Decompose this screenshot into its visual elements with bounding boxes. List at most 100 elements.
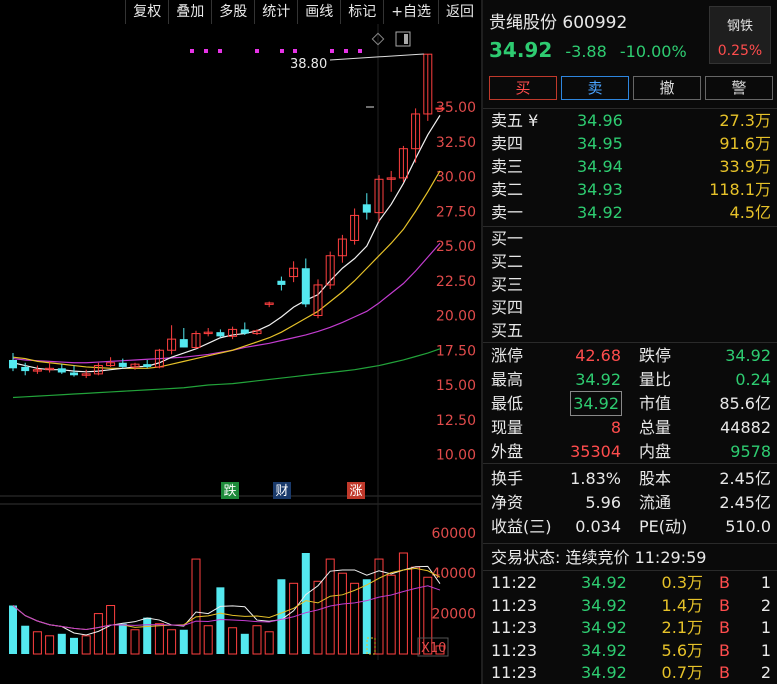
toolbar-button-1[interactable]: 叠加 [168, 0, 211, 24]
toolbar-button-4[interactable]: 画线 [297, 0, 340, 24]
ask-row[interactable]: 卖三 34.94 33.9万 [483, 155, 777, 178]
candle-body [118, 362, 127, 367]
divider [483, 463, 777, 464]
ask-row[interactable]: 卖五 ¥ 34.96 27.3万 [483, 109, 777, 132]
quote-panel: 贵绳股份 600992 钢铁 0.25% 34.92 -3.88 -10.00%… [483, 0, 777, 684]
bid-row[interactable]: 买二 [483, 250, 777, 273]
fin-value: 2.45亿 [719, 493, 771, 512]
trade-price: 34.92 [581, 663, 627, 682]
ask-price: 34.94 [577, 157, 623, 176]
trading-status: 交易状态: 连续竞价 11:29:59 [491, 548, 707, 567]
stats-row: 最高 34.92 量比 0.24 [483, 368, 777, 391]
volume-bar [386, 574, 396, 655]
toolbar-button-3[interactable]: 统计 [254, 0, 297, 24]
volume-bar [118, 623, 127, 654]
event-dot [255, 49, 259, 53]
stat-value: 35304 [570, 442, 621, 461]
event-dot [293, 49, 297, 53]
event-dot [190, 49, 194, 53]
chart-toolbar: 复权 叠加 多股 统计 画线 标记 +自选 返回 [0, 0, 481, 24]
volume-tick-label: 20000 [431, 607, 476, 623]
ask-row[interactable]: 卖一 34.92 4.5亿 [483, 201, 777, 224]
bid-row[interactable]: 买五 [483, 319, 777, 342]
stat-value: 34.92 [575, 370, 621, 389]
stat-value: 44882 [720, 418, 771, 437]
ask-label: 卖二 [491, 180, 524, 199]
trade-volume: 2.1万 [661, 618, 703, 637]
trade-time: 11:22 [491, 573, 538, 592]
high-annotation-label: 38.80 [290, 57, 327, 72]
trade-time: 11:23 [491, 663, 538, 682]
fin-label: 换手 [491, 469, 524, 488]
bid-label: 买三 [491, 275, 524, 294]
sell-button[interactable]: 卖 [561, 76, 629, 100]
price-tick-label: 10.00 [436, 448, 476, 464]
stat-value: 8 [610, 418, 621, 437]
stat-value: 0.24 [735, 370, 771, 389]
stat-value: 85.6亿 [719, 394, 771, 413]
toolbar-button-7[interactable]: 返回 [438, 0, 481, 24]
stat-value: 34.92 [570, 391, 622, 416]
price-tick-label: 20.00 [436, 309, 476, 325]
toolbar-button-2[interactable]: 多股 [211, 0, 254, 24]
price-tick-label: 17.50 [436, 343, 476, 359]
stats-row: 外盘 35304 内盘 9578 [483, 440, 777, 463]
volume-ma10-line [12, 567, 441, 630]
toolbar-button-6[interactable]: +自选 [383, 0, 438, 24]
toolbar-button-5[interactable]: 标记 [340, 0, 383, 24]
stat-label: 跌停 [639, 346, 672, 365]
panel-toggle-icon [404, 34, 408, 44]
volume-bar [277, 579, 286, 654]
ask-row[interactable]: 卖四 34.95 91.6万 [483, 132, 777, 155]
trade-row: 11:23 34.92 0.7万 B 2 [483, 662, 777, 684]
ask-price: 34.92 [577, 203, 623, 222]
trade-side: B [719, 640, 730, 660]
last-price: 34.92 [489, 38, 553, 62]
bid-row[interactable]: 买三 [483, 273, 777, 296]
ask-volume: 4.5亿 [729, 203, 771, 222]
buy-button[interactable]: 买 [489, 76, 557, 100]
stat-label: 最低 [491, 394, 524, 413]
price-tick-label: 27.50 [436, 204, 476, 220]
kline-chart[interactable]: 35.0032.5030.0027.5025.0022.5020.0017.50… [0, 24, 481, 684]
fin-value: 510.0 [725, 517, 771, 536]
ma20-line [12, 242, 441, 364]
fin-value: 1.83% [570, 469, 621, 488]
bid-row[interactable]: 买一 [483, 227, 777, 250]
ask-label: 卖四 [491, 134, 524, 153]
volume-bar [93, 613, 103, 655]
ask-label: 卖一 [491, 203, 524, 222]
ask-price: 34.95 [577, 134, 623, 153]
ask-label: 卖三 [491, 157, 524, 176]
price-tick-label: 30.00 [436, 170, 476, 186]
trade-price: 34.92 [581, 573, 627, 592]
alert-button[interactable]: 警 [705, 76, 773, 100]
fin-label: 流通 [639, 493, 672, 512]
event-dot [330, 49, 334, 53]
bid-row[interactable]: 买四 [483, 296, 777, 319]
toolbar-button-0[interactable]: 复权 [125, 0, 168, 24]
trade-row: 11:23 34.92 1.4万 B 2 [483, 595, 777, 617]
volume-bar [57, 633, 66, 654]
candle-body [435, 107, 445, 110]
candle-body [179, 339, 188, 348]
trade-volume: 5.6万 [661, 640, 703, 660]
volume-bar [81, 635, 91, 655]
volume-bar [191, 558, 201, 655]
bid-label: 买四 [491, 298, 524, 317]
fin-value: 5.96 [585, 493, 621, 512]
volume-ma5-line [12, 565, 441, 636]
ask-row[interactable]: 卖二 34.93 118.1万 [483, 178, 777, 201]
price-tick-label: 25.00 [436, 239, 476, 255]
event-marker-label: 财 [275, 484, 288, 499]
volume-bar [313, 580, 323, 655]
sector-box[interactable]: 钢铁 0.25% [709, 6, 771, 64]
volume-bar [252, 625, 262, 655]
stock-name: 贵绳股份 [489, 13, 557, 33]
fundamentals-row: 收益(三) 0.034 PE(动) 510.0 [483, 515, 777, 538]
volume-bar [9, 605, 17, 654]
cancel-order-button[interactable]: 撤 [633, 76, 701, 100]
price-tick-label: 32.50 [436, 135, 476, 151]
volume-tick-label: 40000 [431, 566, 476, 582]
fin-label: 收益(三) [491, 517, 552, 536]
